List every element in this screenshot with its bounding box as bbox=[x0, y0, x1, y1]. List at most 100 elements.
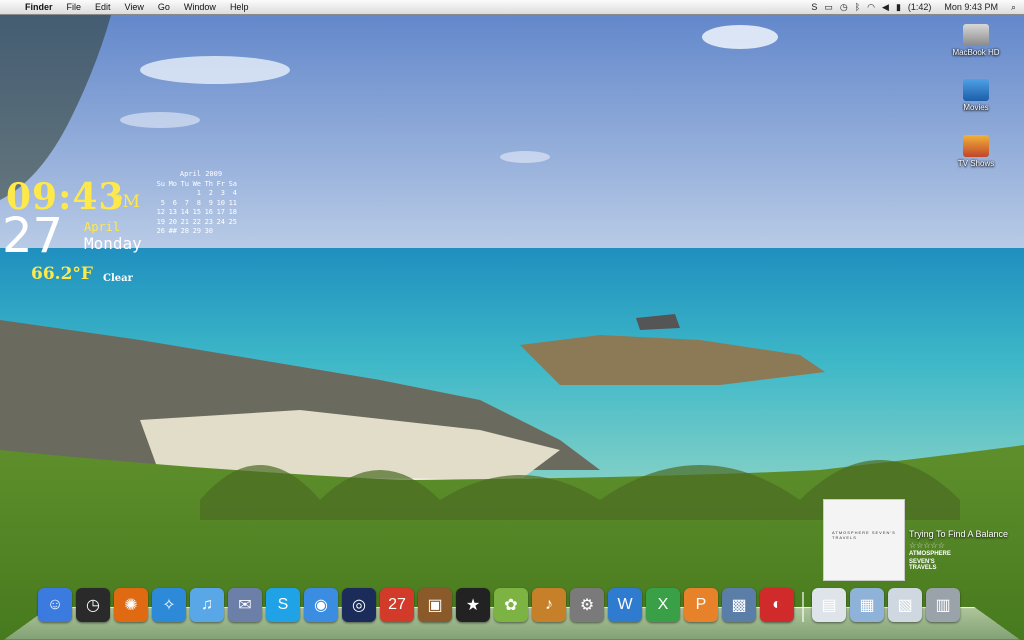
dvd-player-icon[interactable]: ◎ bbox=[342, 588, 376, 622]
system-preferences-icon[interactable]: ⚙ bbox=[570, 588, 604, 622]
calendar-day bbox=[154, 189, 166, 199]
desktop-icon-tv-shows[interactable]: TV Shows bbox=[941, 135, 1011, 168]
excel-icon[interactable]: X bbox=[646, 588, 680, 622]
calendar-day: 3 bbox=[220, 189, 225, 197]
calendar-day: 15 bbox=[192, 208, 201, 216]
calendar-day-today: ## bbox=[168, 227, 177, 235]
word-icon[interactable]: W bbox=[608, 588, 642, 622]
calendar-week: 19 20 21 22 23 24 25 bbox=[154, 218, 238, 228]
itunes-icon[interactable]: ♫ bbox=[190, 588, 224, 622]
wifi-icon[interactable]: ◠ bbox=[867, 0, 875, 14]
track-artist: ATMOSPHERE bbox=[909, 551, 951, 557]
calendar-header: Tu bbox=[180, 179, 189, 188]
spotlight-icon[interactable]: ⌕ bbox=[1011, 0, 1016, 14]
menu-bar: Finder File Edit View Go Window Help S ▭… bbox=[0, 0, 1024, 15]
iphoto-icon[interactable]: ▣ bbox=[418, 588, 452, 622]
desktop-icon-label: MacBook HD bbox=[952, 48, 1000, 57]
desktop-icon-movies[interactable]: Movies bbox=[941, 79, 1011, 112]
calendar-header: We bbox=[192, 179, 201, 188]
calendar-day: 18 bbox=[228, 208, 237, 216]
calendar-day: 25 bbox=[228, 217, 237, 226]
calendar-week: 1 2 3 4 bbox=[154, 189, 238, 199]
clock-day: 27 bbox=[2, 208, 64, 264]
menu-finder[interactable]: Finder bbox=[18, 0, 60, 14]
menu-edit[interactable]: Edit bbox=[88, 0, 118, 14]
dock-separator bbox=[802, 592, 804, 622]
now-playing-widget: ATMOSPHERE SEVEN'S TRAVELS Trying To Fin… bbox=[823, 499, 1008, 581]
weather-temperature: 66.2°F bbox=[31, 264, 93, 284]
dashboard-icon[interactable]: ◷ bbox=[76, 588, 110, 622]
calendar-day: 7 bbox=[184, 198, 189, 207]
calendar-header-row: Su Mo Tu We Th Fr Sa bbox=[154, 180, 238, 190]
calendar-day: 11 bbox=[228, 198, 237, 207]
firefox-icon[interactable]: ✺ bbox=[114, 588, 148, 622]
finder-icon[interactable]: ☺ bbox=[38, 588, 72, 622]
calendar-day: 21 bbox=[180, 217, 189, 226]
menu-help[interactable]: Help bbox=[223, 0, 256, 14]
calendar-day: 17 bbox=[216, 208, 225, 216]
movies-folder-icon bbox=[963, 79, 989, 101]
menu-go[interactable]: Go bbox=[151, 0, 177, 14]
desktop-icon-macbook-hd[interactable]: MacBook HD bbox=[941, 24, 1011, 57]
track-album: SEVEN'S TRAVELS bbox=[909, 559, 937, 571]
album-cover-text: ATMOSPHERE SEVEN'S TRAVELS bbox=[832, 530, 896, 540]
time-machine-icon[interactable]: ◷ bbox=[840, 0, 848, 14]
clock-month: April bbox=[84, 220, 121, 234]
calendar-week: 12 13 14 15 16 17 18 bbox=[154, 208, 238, 218]
calendar-week: 5 6 7 8 9 10 11 bbox=[154, 199, 238, 209]
track-rating[interactable]: ☆☆☆☆☆ bbox=[909, 541, 945, 550]
calendar-day: 26 bbox=[156, 227, 165, 235]
skype-status-icon[interactable]: S bbox=[811, 0, 817, 14]
ichat-icon[interactable]: ◉ bbox=[304, 588, 338, 622]
calendar-day: 1 bbox=[196, 189, 201, 197]
mail-stamp-icon[interactable]: ✉ bbox=[228, 588, 262, 622]
calendar-day: 2 bbox=[208, 189, 213, 197]
calendar-header: Mo bbox=[168, 179, 177, 188]
album-artwork[interactable]: ATMOSPHERE SEVEN'S TRAVELS bbox=[823, 499, 905, 581]
battery-icon[interactable]: ▮ bbox=[896, 0, 901, 14]
calendar-header: Fr bbox=[216, 179, 225, 188]
adium-icon[interactable]: ✿ bbox=[494, 588, 528, 622]
safari-icon[interactable]: ✧ bbox=[152, 588, 186, 622]
calendar-day: 10 bbox=[216, 198, 225, 207]
calendar-day: 5 bbox=[160, 198, 165, 207]
calendar-header: Su bbox=[156, 179, 165, 188]
bluetooth-icon[interactable]: ᛒ bbox=[855, 0, 860, 14]
garageband-icon[interactable]: ♪ bbox=[532, 588, 566, 622]
display-icon[interactable]: ▭ bbox=[824, 0, 833, 14]
downloads-stack-icon[interactable]: ▧ bbox=[888, 588, 922, 622]
calendar-day: 20 bbox=[168, 217, 177, 226]
dock: ☺ ◷ ✺ ✧ ♫ ✉ S ◉ ◎ 27 ▣ ★ ✿ ♪ ⚙ W X P ▩ ◐ ▤ ▦ ▧ ▥ bbox=[38, 588, 960, 622]
calendar-title: April 2009 bbox=[179, 170, 223, 178]
calendar-day bbox=[214, 227, 226, 237]
preview-icon[interactable]: ▩ bbox=[722, 588, 756, 622]
menu-view[interactable]: View bbox=[118, 0, 151, 14]
powerpoint-icon[interactable]: P bbox=[684, 588, 718, 622]
toaster-icon[interactable]: ◐ bbox=[760, 588, 794, 622]
ical-icon[interactable]: 27 bbox=[380, 588, 414, 622]
volume-icon[interactable]: ◀ bbox=[882, 0, 889, 14]
desktop-icon-label: Movies bbox=[963, 103, 989, 112]
calendar-day: 13 bbox=[168, 208, 177, 216]
clock-ampm: PM bbox=[111, 192, 140, 212]
doc-file-icon[interactable]: ▤ bbox=[812, 588, 846, 622]
menu-window[interactable]: Window bbox=[177, 0, 223, 14]
calendar-day: 29 bbox=[192, 227, 201, 235]
hard-drive-icon bbox=[963, 24, 989, 46]
menubar-clock[interactable]: Mon 9:43 PM bbox=[944, 0, 998, 14]
battery-time[interactable]: (1:42) bbox=[908, 0, 932, 14]
calendar-day: 9 bbox=[208, 198, 213, 207]
weather-condition: Clear bbox=[103, 273, 133, 284]
calendar-day bbox=[166, 189, 178, 199]
calendar-day bbox=[226, 227, 238, 237]
menu-file[interactable]: File bbox=[60, 0, 89, 14]
calendar-day: 16 bbox=[204, 208, 213, 216]
applications-folder-icon[interactable]: ▦ bbox=[850, 588, 884, 622]
track-title: Trying To Find A Balance bbox=[909, 529, 1009, 539]
trash-icon[interactable]: ▥ bbox=[926, 588, 960, 622]
calendar-day: 28 bbox=[180, 227, 189, 235]
imovie-icon[interactable]: ★ bbox=[456, 588, 490, 622]
calendar-week: 26 ## 28 29 30 bbox=[154, 227, 238, 237]
skype-icon[interactable]: S bbox=[266, 588, 300, 622]
tv-shows-folder-icon bbox=[963, 135, 989, 157]
